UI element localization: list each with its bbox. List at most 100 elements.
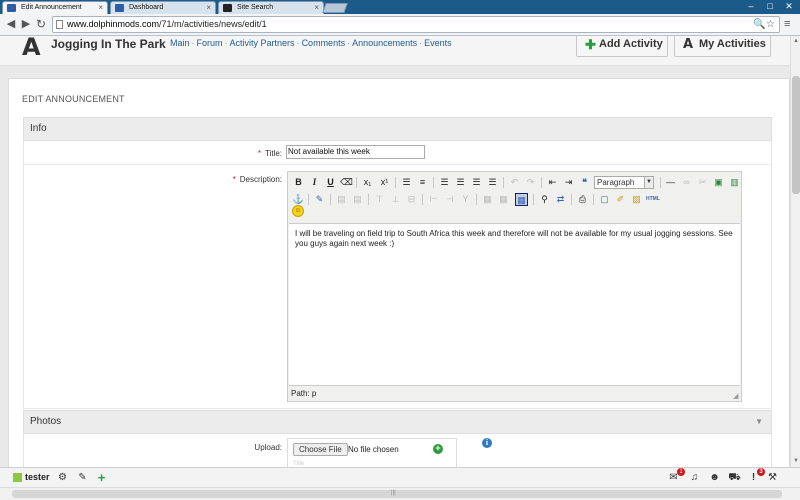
media-button[interactable]: ▥ bbox=[728, 176, 741, 189]
profile-icon[interactable]: ☻ bbox=[708, 471, 721, 484]
insert-col-after-button[interactable]: ⊣ bbox=[443, 193, 456, 206]
bookmark-star-icon[interactable]: ☆ bbox=[766, 17, 775, 32]
split-cells-button[interactable]: ▦ bbox=[481, 193, 494, 206]
chevron-down-icon[interactable]: ▼ bbox=[755, 417, 763, 426]
italic-button[interactable]: I bbox=[308, 176, 321, 189]
insert-col-before-button[interactable]: ⊢ bbox=[427, 193, 440, 206]
username[interactable]: tester bbox=[25, 472, 50, 482]
plus-icon: ✚ bbox=[585, 37, 596, 52]
subscript-button[interactable]: x₁ bbox=[361, 176, 374, 189]
scroll-thumb[interactable] bbox=[792, 76, 800, 194]
cart-icon[interactable]: ⛟ bbox=[728, 471, 741, 484]
cell-props-button[interactable]: ▤ bbox=[351, 193, 364, 206]
tab-site-search[interactable]: Site Search × bbox=[218, 1, 324, 14]
add-icon[interactable]: + bbox=[95, 471, 108, 484]
unlink-button[interactable]: ✂ bbox=[696, 176, 709, 189]
resize-handle-icon[interactable]: ◢ bbox=[733, 393, 740, 400]
table-button[interactable]: ▦ bbox=[515, 193, 528, 206]
browser-toolbar: ◀ ▶ ↻ www.dolphinmods.com/71/m/activitie… bbox=[0, 14, 800, 36]
nav-activity-partners[interactable]: Activity Partners bbox=[230, 38, 295, 48]
image-button[interactable]: ▣ bbox=[712, 176, 725, 189]
bold-button[interactable]: B bbox=[292, 176, 305, 189]
superscript-button[interactable]: x¹ bbox=[378, 176, 391, 189]
zoom-icon[interactable]: 🔍 bbox=[753, 17, 765, 32]
align-right-button[interactable]: ☰ bbox=[470, 176, 483, 189]
my-activities-button[interactable]: A My Activities bbox=[674, 36, 771, 57]
nav-announcements[interactable]: Announcements bbox=[352, 38, 417, 48]
redo-button[interactable]: ↷ bbox=[524, 176, 537, 189]
editor-content-area[interactable]: I will be traveling on field trip to Sou… bbox=[289, 223, 740, 386]
print-icon[interactable]: ⎙ bbox=[576, 193, 589, 206]
close-tab-icon[interactable]: × bbox=[314, 2, 319, 13]
nav-main[interactable]: Main bbox=[170, 38, 190, 48]
gear-icon[interactable]: ⚙ bbox=[56, 471, 69, 484]
add-activity-button[interactable]: ✚ Add Activity bbox=[576, 36, 668, 57]
scroll-up-icon[interactable]: ▲ bbox=[792, 37, 800, 45]
vertical-scrollbar[interactable]: ▲ ▼ bbox=[790, 36, 800, 467]
upload-label: Upload: bbox=[254, 443, 282, 452]
back-icon[interactable]: ◀ bbox=[4, 17, 18, 31]
address-bar[interactable]: www.dolphinmods.com/71/m/activities/news… bbox=[52, 16, 780, 33]
photos-section-header[interactable]: Photos ▼ bbox=[23, 410, 772, 434]
merge-cells-button[interactable]: ▦ bbox=[497, 193, 510, 206]
info-section-header[interactable]: Info bbox=[23, 117, 772, 141]
wrench-menu-icon[interactable]: ≡ bbox=[784, 17, 796, 31]
wrench-icon[interactable]: ⚒ bbox=[766, 471, 779, 484]
clear-format-button[interactable]: ⌫ bbox=[340, 176, 353, 189]
bullet-list-button[interactable]: ☰ bbox=[400, 176, 413, 189]
link-button[interactable]: ∞ bbox=[680, 176, 693, 189]
forward-icon[interactable]: ▶ bbox=[19, 17, 33, 31]
tab-label: Dashboard bbox=[129, 4, 164, 11]
align-justify-button[interactable]: ☰ bbox=[486, 176, 499, 189]
new-tab-button[interactable] bbox=[322, 3, 348, 13]
twitter-icon[interactable]: ♫ bbox=[688, 471, 701, 484]
reload-icon[interactable]: ↻ bbox=[34, 17, 48, 31]
scroll-down-icon[interactable]: ▼ bbox=[792, 457, 800, 465]
info-icon[interactable]: i bbox=[482, 438, 492, 448]
close-tab-icon[interactable]: × bbox=[206, 2, 211, 13]
horizontal-scroll-thumb[interactable] bbox=[12, 490, 782, 498]
tab-dashboard[interactable]: Dashboard × bbox=[110, 1, 216, 14]
align-left-button[interactable]: ☰ bbox=[438, 176, 451, 189]
delete-col-button[interactable]: Y bbox=[459, 193, 472, 206]
notifications-icon[interactable]: ! 3 bbox=[747, 468, 765, 484]
table-props-button[interactable]: ▤ bbox=[335, 193, 348, 206]
nav-comments[interactable]: Comments bbox=[302, 38, 346, 48]
nav-events[interactable]: Events bbox=[424, 38, 452, 48]
format-select[interactable]: Paragraph ▼ bbox=[594, 176, 654, 189]
edit-icon[interactable]: ✎ bbox=[76, 471, 89, 484]
close-window-icon[interactable]: ✕ bbox=[780, 0, 798, 14]
html-source-button[interactable]: HTML bbox=[646, 193, 660, 206]
close-tab-icon[interactable]: × bbox=[98, 2, 103, 13]
outdent-button[interactable]: ⇤ bbox=[546, 176, 559, 189]
mail-icon[interactable]: ✉ 1 bbox=[667, 468, 685, 484]
fullscreen-button[interactable]: ▢ bbox=[598, 193, 611, 206]
delete-row-button[interactable]: ⊟ bbox=[405, 193, 418, 206]
insert-row-before-button[interactable]: ⊤ bbox=[373, 193, 386, 206]
choose-file-button[interactable]: Choose File bbox=[293, 443, 348, 456]
nav-forum[interactable]: Forum bbox=[197, 38, 223, 48]
undo-button[interactable]: ↶ bbox=[508, 176, 521, 189]
site-title[interactable]: Jogging In The Park bbox=[51, 37, 166, 51]
align-center-button[interactable]: ☰ bbox=[454, 176, 467, 189]
cleanup-button[interactable]: ✎ bbox=[313, 193, 326, 206]
tab-edit-announcement[interactable]: Edit Announcement × bbox=[2, 1, 108, 14]
indent-button[interactable]: ⇥ bbox=[562, 176, 575, 189]
title-input[interactable]: Not available this week bbox=[286, 145, 425, 159]
editor-path-bar: Path: p bbox=[291, 389, 317, 398]
add-upload-icon[interactable]: + bbox=[433, 444, 443, 454]
clean-brush-button[interactable]: ✐ bbox=[614, 193, 627, 206]
search-icon[interactable]: ⚲ bbox=[538, 193, 551, 206]
underline-button[interactable]: U bbox=[324, 176, 337, 189]
replace-button[interactable]: ⇄ bbox=[554, 193, 567, 206]
site-logo[interactable]: A bbox=[22, 36, 41, 61]
paste-button[interactable]: ▧ bbox=[630, 193, 643, 206]
numbered-list-button[interactable]: ≡ bbox=[416, 176, 429, 189]
insert-row-after-button[interactable]: ⊥ bbox=[389, 193, 402, 206]
horizontal-rule-button[interactable]: — bbox=[664, 176, 677, 189]
minimize-icon[interactable]: – bbox=[742, 0, 760, 14]
horizontal-scrollbar[interactable]: ||| bbox=[0, 487, 800, 500]
emoticon-button[interactable]: ☺ bbox=[292, 205, 304, 217]
blockquote-button[interactable]: ❝ bbox=[578, 176, 591, 189]
maximize-icon[interactable]: □ bbox=[761, 0, 779, 14]
